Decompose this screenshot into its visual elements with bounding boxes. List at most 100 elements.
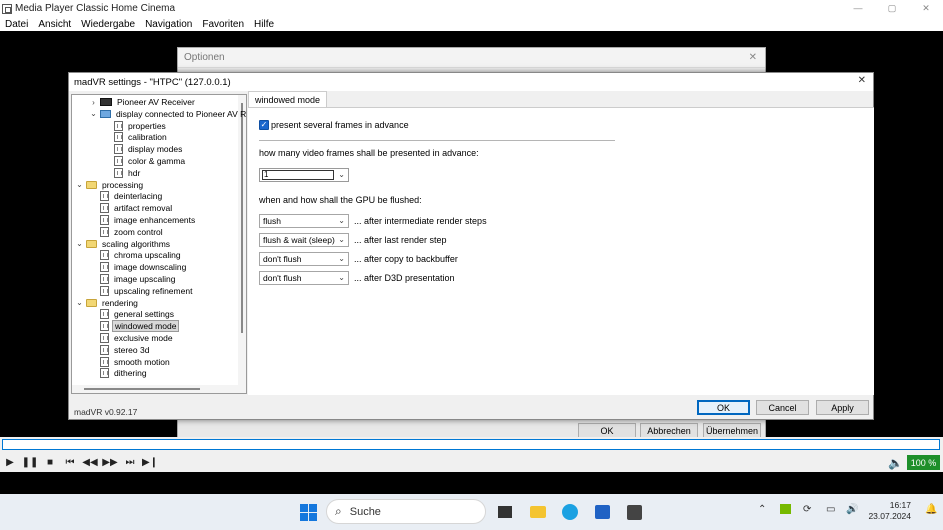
chevron-down-icon[interactable]: ⌄ <box>338 254 345 263</box>
madvr-cancel-button[interactable]: Cancel <box>756 400 809 415</box>
tree-item[interactable]: artifact removal <box>89 202 174 214</box>
madvr-close-icon[interactable]: ✕ <box>858 75 866 86</box>
tree-item[interactable]: zoom control <box>89 226 165 238</box>
tab-windowed-mode[interactable]: windowed mode <box>248 91 328 108</box>
tree-item[interactable]: deinterlacing <box>89 190 164 202</box>
display-icon[interactable]: ▭ <box>826 504 835 515</box>
tree-item-label: stereo 3d <box>114 344 150 355</box>
nvidia-icon[interactable] <box>780 504 791 517</box>
chevron-icon[interactable]: ⌄ <box>75 239 84 248</box>
pause-icon[interactable]: ❚❚ <box>20 455 40 471</box>
tree-item[interactable]: smooth motion <box>89 356 172 368</box>
volume-icon[interactable]: 🔈 <box>888 453 903 472</box>
chevron-icon[interactable]: › <box>89 98 98 107</box>
volume-level[interactable]: 100 % <box>907 455 940 470</box>
close-button[interactable]: ✕ <box>909 0 943 17</box>
tree-item-label: calibration <box>128 132 167 143</box>
chevron-down-icon[interactable]: ⌄ <box>338 170 345 179</box>
tree-item[interactable]: image enhancements <box>89 214 197 226</box>
seek-track[interactable] <box>2 439 940 450</box>
folder-icon[interactable] <box>528 502 548 522</box>
calendar-app-icon[interactable] <box>624 502 644 522</box>
flush-last-select[interactable]: flush & wait (sleep) ⌄ <box>259 233 349 247</box>
checkbox-checked-icon[interactable]: ✓ <box>259 120 269 130</box>
chevron-icon[interactable]: ⌄ <box>89 109 98 118</box>
menu-ansicht[interactable]: Ansicht <box>38 19 71 30</box>
search-icon: ⌕ <box>335 504 342 518</box>
stop-icon[interactable]: ■ <box>40 455 60 471</box>
settings-tree[interactable]: › Pioneer AV Receiver ⌄ display connected t… <box>71 94 247 394</box>
chevron-down-icon[interactable]: ⌄ <box>338 216 345 225</box>
fast-forward-icon[interactable]: ▶▶ <box>100 455 120 471</box>
flush-d3d-select[interactable]: don't flush ⌄ <box>259 271 349 285</box>
tree-item[interactable]: ⌄ processing <box>75 179 145 191</box>
tree-item[interactable]: dithering <box>89 367 149 379</box>
skip-forward-icon[interactable]: ⏭ <box>120 455 140 471</box>
frames-combo[interactable]: 1 ⌄ <box>259 168 349 182</box>
taskbar-search[interactable]: ⌕ Suche <box>326 499 486 524</box>
notification-icon[interactable]: 🔔 <box>925 504 937 515</box>
tree-item[interactable]: windowed mode <box>89 320 180 333</box>
sync-icon[interactable]: ⟳ <box>803 504 811 515</box>
tree-item[interactable]: image upscaling <box>89 273 177 285</box>
flush-intermediate-select[interactable]: flush ⌄ <box>259 214 349 228</box>
frame-step-icon[interactable]: ▶❙ <box>140 455 160 471</box>
start-button[interactable] <box>298 502 318 522</box>
menu-navigation[interactable]: Navigation <box>145 19 192 30</box>
chevron-icon[interactable]: ⌄ <box>75 298 84 307</box>
chevron-down-icon[interactable]: ⌄ <box>338 273 345 282</box>
edge-browser-icon[interactable] <box>560 502 580 522</box>
rewind-icon[interactable]: ◀◀ <box>80 455 100 471</box>
tree-item[interactable]: exclusive mode <box>89 332 175 344</box>
flush-backbuffer-label: ... after copy to backbuffer <box>354 254 458 264</box>
tree-item-label: dithering <box>114 368 147 379</box>
chevron-down-icon[interactable]: ⌄ <box>338 235 345 244</box>
tree-item[interactable]: chroma upscaling <box>89 249 183 261</box>
page-icon <box>100 226 109 237</box>
tree-item[interactable]: hdr <box>103 167 142 179</box>
tree-item[interactable]: calibration <box>103 131 169 143</box>
monitor-icon <box>100 109 111 118</box>
tree-item[interactable]: ⌄ scaling algorithms <box>75 238 172 250</box>
present-frames-checkbox-row[interactable]: ✓ present several frames in advance <box>259 120 409 130</box>
tree-vertical-scrollbar[interactable] <box>238 95 246 393</box>
chevron-icon[interactable]: ⌄ <box>75 180 84 189</box>
tree-item[interactable]: general settings <box>89 308 176 320</box>
clock[interactable]: 16:17 23.07.2024 <box>868 500 911 522</box>
minimize-button[interactable]: — <box>841 0 875 17</box>
menu-wiedergabe[interactable]: Wiedergabe <box>81 19 135 30</box>
tree-item[interactable]: properties <box>103 120 168 132</box>
madvr-ok-button[interactable]: OK <box>697 400 750 415</box>
file-icon[interactable] <box>495 502 515 522</box>
tree-item[interactable]: stereo 3d <box>89 344 151 356</box>
tree-item[interactable]: ⌄ rendering <box>75 297 140 309</box>
clock-time: 16:17 <box>889 500 911 510</box>
frames-value[interactable]: 1 <box>262 170 334 180</box>
madvr-version: madVR v0.92.17 <box>74 407 138 417</box>
menu-favoriten[interactable]: Favoriten <box>202 19 244 30</box>
store-icon[interactable] <box>592 502 612 522</box>
chevron-up-icon[interactable]: ⌃ <box>758 504 766 515</box>
flush-label: when and how shall the GPU be flushed: <box>259 195 422 205</box>
skip-back-icon[interactable]: ⏮ <box>60 455 80 471</box>
page-icon <box>114 167 123 178</box>
madvr-apply-button[interactable]: Apply <box>816 400 869 415</box>
device-icon <box>100 98 112 106</box>
options-close-icon[interactable]: ✕ <box>749 52 757 63</box>
tree-item[interactable]: › Pioneer AV Receiver <box>89 96 197 108</box>
speaker-icon[interactable]: 🔊 <box>846 504 858 515</box>
seek-bar[interactable] <box>0 437 943 453</box>
tree-item[interactable]: upscaling refinement <box>89 285 194 297</box>
tree-item[interactable]: display modes <box>103 143 184 155</box>
page-icon <box>100 250 109 261</box>
maximize-button[interactable]: ▢ <box>875 0 909 17</box>
menu-hilfe[interactable]: Hilfe <box>254 19 274 30</box>
tree-item[interactable]: color & gamma <box>103 155 187 167</box>
tree-horizontal-scrollbar[interactable] <box>72 385 246 393</box>
tree-item[interactable]: ⌄ display connected to Pioneer AV R <box>89 108 246 120</box>
flush-last-label: ... after last render step <box>354 235 447 245</box>
flush-backbuffer-select[interactable]: don't flush ⌄ <box>259 252 349 266</box>
menu-datei[interactable]: Datei <box>5 19 28 30</box>
tree-item[interactable]: image downscaling <box>89 261 188 273</box>
play-icon[interactable]: ▶ <box>0 455 20 471</box>
